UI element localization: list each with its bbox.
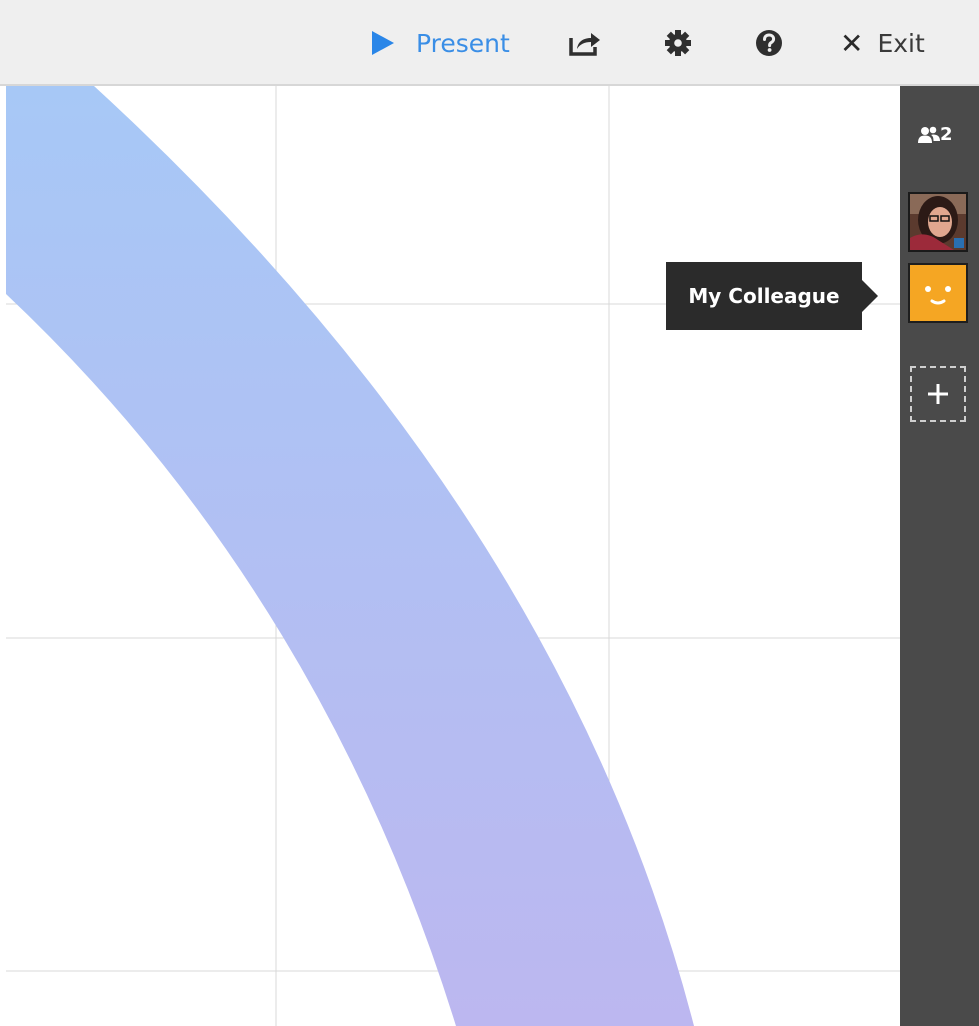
- collaborator-count-value: 2: [940, 124, 953, 145]
- present-label: Present: [416, 28, 510, 58]
- smiley-icon: [925, 286, 951, 305]
- top-toolbar: Present ✕ Exit: [0, 0, 979, 86]
- gear-icon: [665, 30, 691, 56]
- tooltip-arrow: [862, 280, 878, 312]
- prezi-editor: Present ✕ Exit 2 My Colleague: [0, 0, 979, 1026]
- add-collaborator-button[interactable]: [910, 366, 966, 422]
- present-button[interactable]: Present: [372, 0, 510, 86]
- share-icon: [569, 33, 600, 56]
- plus-icon: [928, 384, 948, 404]
- play-icon: [372, 31, 394, 55]
- canvas-drawing: [6, 86, 900, 1026]
- users-icon: [918, 126, 940, 143]
- collaborator-count[interactable]: 2: [918, 124, 953, 145]
- share-button[interactable]: [568, 0, 602, 86]
- settings-button[interactable]: [664, 0, 692, 86]
- avatar[interactable]: [908, 263, 968, 323]
- collaborator-tooltip: My Colleague: [666, 262, 862, 330]
- user-photo: [910, 194, 966, 250]
- help-icon: [756, 30, 782, 56]
- collaborators-sidebar: 2: [900, 86, 979, 1026]
- tooltip-text: My Colleague: [688, 284, 840, 308]
- avatar[interactable]: [908, 192, 968, 252]
- close-icon: ✕: [840, 26, 864, 60]
- exit-label: Exit: [877, 28, 925, 58]
- help-button[interactable]: [755, 0, 783, 86]
- presentation-canvas[interactable]: [6, 86, 900, 1026]
- arc-shape: [6, 86, 694, 1026]
- exit-button[interactable]: ✕ Exit: [840, 0, 925, 86]
